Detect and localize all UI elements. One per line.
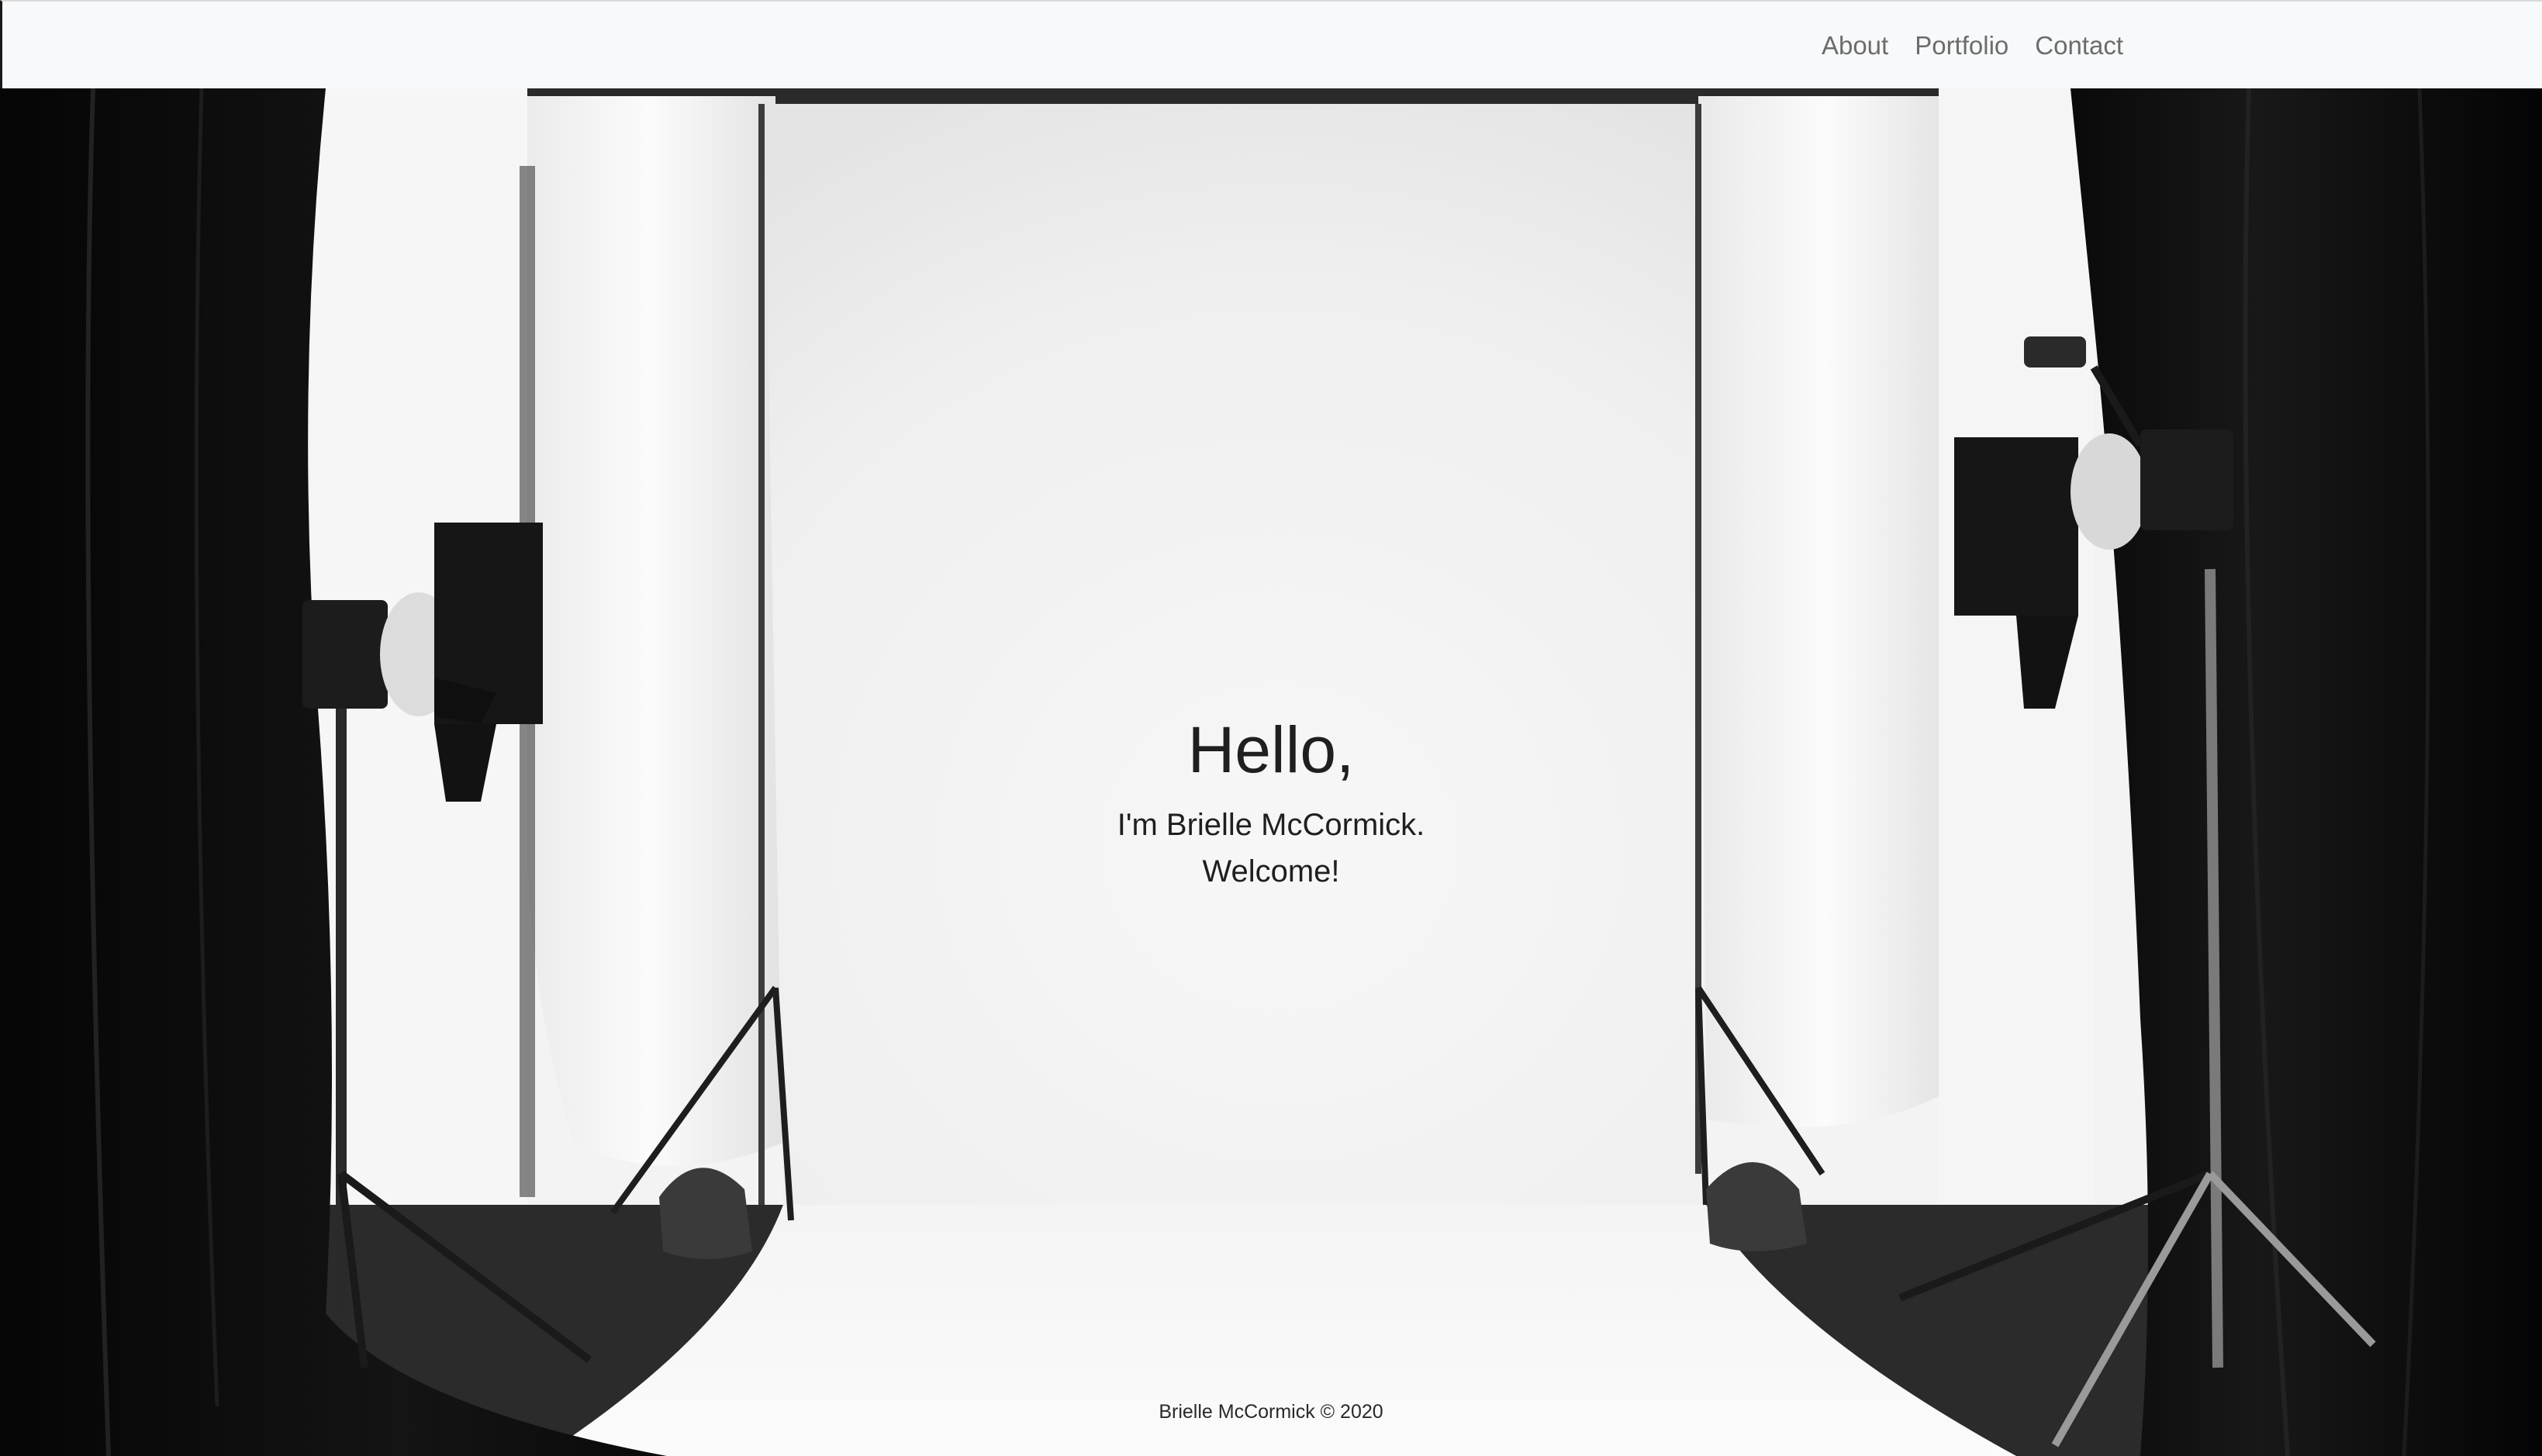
hero-section: Hello, I'm Brielle McCormick. Welcome! B… bbox=[0, 88, 2542, 1456]
nav-link-portfolio[interactable]: Portfolio bbox=[1915, 31, 2008, 60]
navbar: About Portfolio Contact bbox=[0, 0, 2542, 88]
hero-intro-line-1: I'm Brielle McCormick. bbox=[1117, 808, 1425, 842]
page: About Portfolio Contact Hello, I'm Briel… bbox=[0, 0, 2542, 1456]
footer-copyright: Brielle McCormick © 2020 bbox=[1159, 1401, 1383, 1423]
hero-greeting: Hello, bbox=[1187, 713, 1355, 786]
nav-link-contact[interactable]: Contact bbox=[2035, 31, 2123, 60]
hero-intro: I'm Brielle McCormick. Welcome! bbox=[0, 802, 2542, 895]
hero-intro-line-2: Welcome! bbox=[1202, 854, 1340, 888]
nav-link-about[interactable]: About bbox=[1822, 31, 1888, 60]
nav-links: About Portfolio Contact bbox=[1822, 2, 2123, 90]
